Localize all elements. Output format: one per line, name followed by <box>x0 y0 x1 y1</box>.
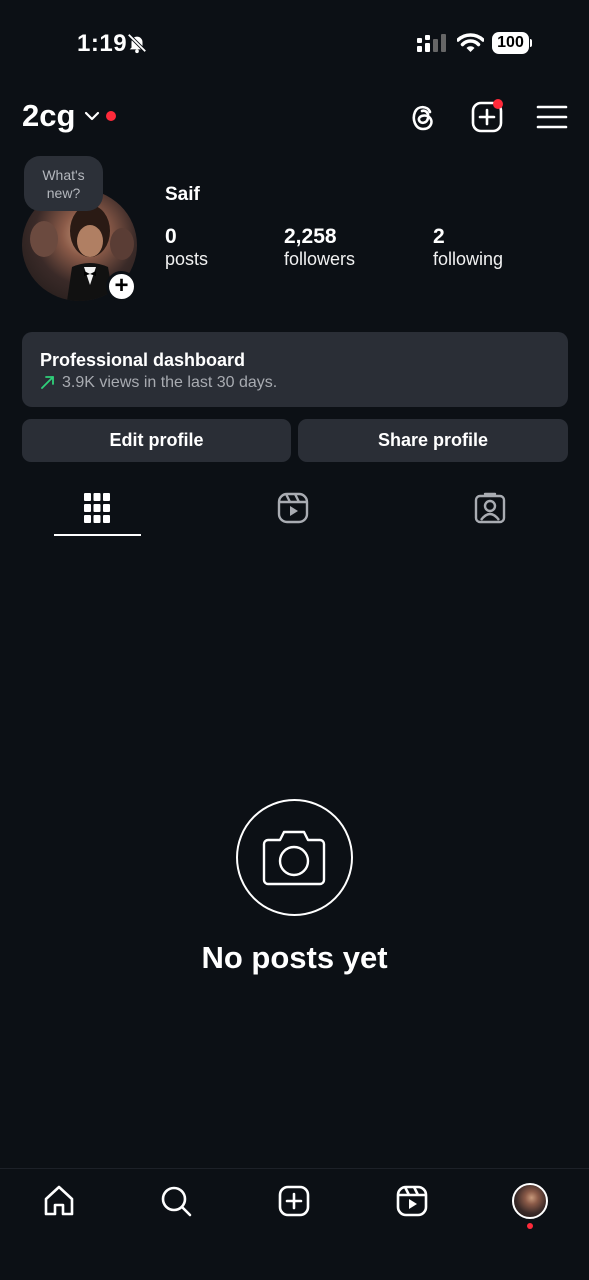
create-icon[interactable] <box>277 1184 311 1218</box>
stat-followers-count: 2,258 <box>284 225 337 248</box>
whats-new-line2: new? <box>46 185 81 201</box>
chevron-down-icon[interactable] <box>84 110 100 122</box>
stat-following[interactable]: 2 following <box>433 225 503 270</box>
grid-icon[interactable] <box>84 493 110 523</box>
notification-dot <box>106 111 116 121</box>
reels-icon[interactable] <box>395 1184 429 1218</box>
profile-name: Saif <box>165 184 200 205</box>
profile-nav-dot <box>527 1223 533 1229</box>
home-icon[interactable] <box>42 1184 76 1218</box>
professional-dashboard[interactable]: Professional dashboard 3.9K views in the… <box>22 332 568 407</box>
stat-followers-label: followers <box>284 249 356 269</box>
threads-icon[interactable] <box>406 100 440 134</box>
stat-posts[interactable]: 0 posts <box>165 225 208 270</box>
share-profile-button[interactable]: Share profile <box>298 419 568 462</box>
add-story-button[interactable]: + <box>106 271 137 302</box>
stat-following-label: following <box>433 249 504 269</box>
active-tab-indicator <box>54 534 141 536</box>
stat-following-count: 2 <box>433 225 445 248</box>
profile-nav-avatar[interactable] <box>512 1183 548 1219</box>
battery-indicator: 100 <box>492 32 532 54</box>
battery-level: 100 <box>492 32 529 54</box>
status-time: 1:19 <box>77 30 128 57</box>
bell-muted-icon <box>127 33 147 54</box>
create-notification-dot <box>493 99 503 109</box>
wifi-icon <box>457 33 484 52</box>
account-switcher[interactable]: 2cg <box>22 98 75 134</box>
dashboard-title: Professional dashboard <box>40 350 246 370</box>
trend-up-icon <box>41 376 54 389</box>
reels-tab-icon[interactable] <box>277 492 309 524</box>
whats-new-line1: What's <box>42 167 85 183</box>
signal-icon <box>417 34 446 52</box>
stat-posts-label: posts <box>165 249 209 269</box>
stat-followers[interactable]: 2,258 followers <box>284 225 355 270</box>
tagged-tab-icon[interactable] <box>474 492 506 524</box>
search-icon[interactable] <box>159 1184 193 1218</box>
whats-new-bubble[interactable]: What's new? <box>24 156 103 211</box>
dashboard-subtitle: 3.9K views in the last 30 days. <box>62 374 278 391</box>
camera-icon <box>262 830 326 886</box>
stat-posts-count: 0 <box>165 225 177 248</box>
menu-icon[interactable] <box>535 100 569 134</box>
no-posts-text: No posts yet <box>201 940 388 975</box>
edit-profile-button[interactable]: Edit profile <box>22 419 291 462</box>
